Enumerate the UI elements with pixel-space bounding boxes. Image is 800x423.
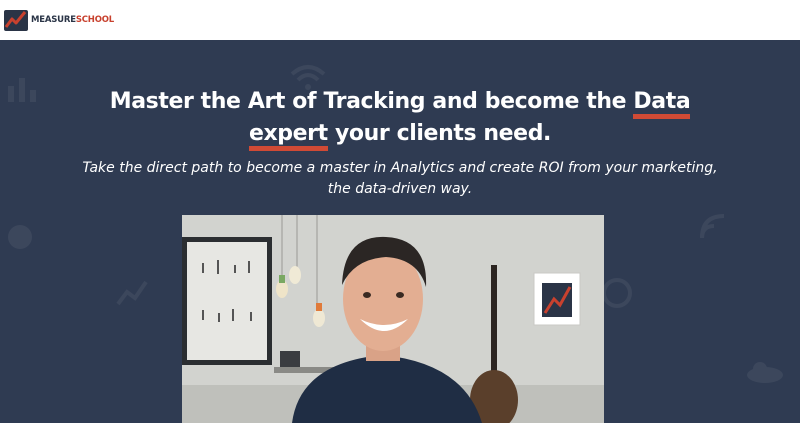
logo-wordmark: MEASURESCHOOL: [31, 16, 114, 25]
intro-video-player[interactable]: [182, 215, 604, 423]
subtitle-line-2: the data-driven way.: [327, 181, 473, 197]
top-bar: MEASURESCHOOL: [0, 0, 800, 40]
hero-section: Master the Art of Tracking and become th…: [0, 40, 800, 423]
hero-headline: Master the Art of Tracking and become th…: [0, 86, 800, 151]
wifi-right-bg-icon: [700, 214, 725, 239]
headline-highlight-expert: expert: [248, 121, 328, 151]
logo-text-measure: MEASURE: [31, 14, 76, 25]
headline-text-start: Master the Art of Tracking and become th…: [109, 89, 634, 114]
headline-highlight-data: Data: [633, 89, 691, 119]
subtitle-line-1: Take the direct path to become a master …: [82, 160, 718, 176]
hero-subtitle: Take the direct path to become a master …: [60, 158, 740, 200]
pie-chart-bg-icon: [8, 225, 32, 249]
video-frame-image: [182, 215, 604, 423]
gauge-bg-icon: [602, 278, 632, 308]
cloud-bg-icon: [747, 362, 783, 383]
headline-text-end: your clients need.: [327, 121, 552, 146]
measureschool-logo[interactable]: MEASURESCHOOL: [3, 7, 114, 33]
logo-chart-icon: [4, 10, 28, 31]
logo-text-school: SCHOOL: [75, 14, 114, 25]
trend-chart-bg-icon: [116, 280, 148, 306]
